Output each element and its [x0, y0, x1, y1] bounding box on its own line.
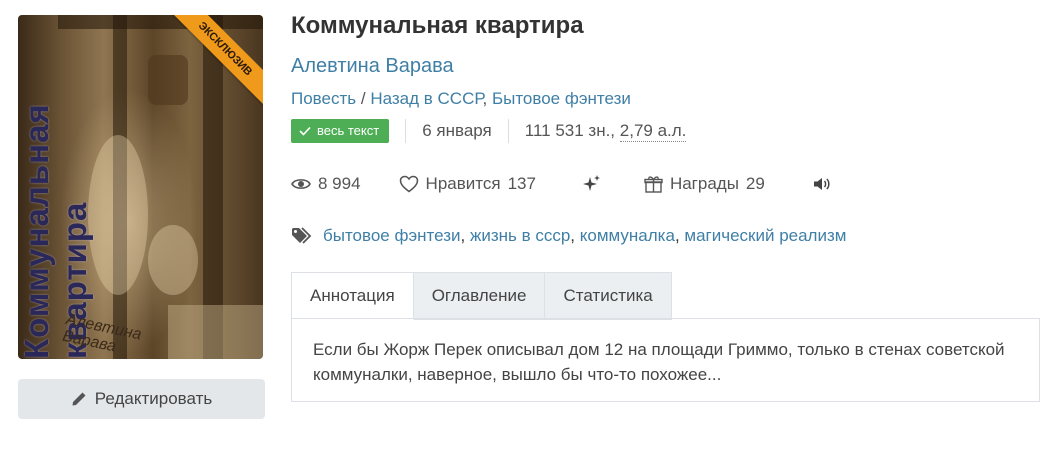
speaker-icon [813, 178, 830, 190]
tags-row: бытовое фэнтези, жизнь в ссср, коммуналк… [291, 222, 846, 250]
awards-button[interactable]: Награды 29 [644, 174, 765, 194]
views-count: 8 994 [318, 174, 361, 193]
likes-count: 137 [507, 174, 536, 193]
form-link[interactable]: Повесть [291, 89, 356, 108]
annotation-text: Если бы Жорж Перек описывал дом 12 на пл… [313, 340, 1005, 384]
size-sheets[interactable]: 2,79 а.л. [619, 121, 687, 142]
heart-icon [399, 175, 418, 193]
author-link[interactable]: Алевтина Варава [291, 55, 454, 78]
genre-link-fantasy[interactable]: Бытовое фэнтези [492, 89, 631, 108]
eye-icon [291, 179, 311, 189]
gift-icon [644, 175, 663, 193]
divider [405, 119, 407, 143]
tag-link[interactable]: магический реализм [684, 226, 846, 245]
views-stat: 8 994 [291, 174, 361, 194]
cover-title-text: Коммунальная квартира [18, 103, 93, 359]
genre-line: Повесть / Назад в СССР, Бытовое фэнтези [291, 89, 631, 109]
tab-statistics[interactable]: Статистика [545, 272, 672, 320]
check-icon [299, 126, 311, 136]
pencil-icon [72, 392, 86, 406]
book-title: Коммунальная квартира [291, 12, 584, 39]
awards-label: Награды [669, 174, 739, 193]
tab-annotation[interactable]: Аннотация [291, 272, 414, 320]
comma: , [460, 226, 470, 245]
tab-panel: Если бы Жорж Перек описывал дом 12 на пл… [291, 318, 1040, 402]
edit-button[interactable]: Редактировать [18, 379, 265, 419]
tag-link[interactable]: жизнь в ссср [470, 226, 570, 245]
comma: , [674, 226, 685, 245]
genre-separator: / [360, 89, 366, 108]
size-chars: 111 531 зн., [524, 121, 620, 140]
book-cover[interactable]: Коммунальная квартира Алевтина Варава ЭК… [18, 15, 263, 359]
genre-link-ussr[interactable]: Назад в СССР [370, 89, 482, 108]
audio-button[interactable] [813, 176, 831, 192]
tag-link[interactable]: коммуналка [580, 226, 675, 245]
exclusive-ribbon-wrap: ЭКСКЛЮЗИВ [163, 15, 263, 115]
likes-button[interactable]: Нравится 137 [399, 174, 536, 194]
tag-list: бытовое фэнтези, жизнь в ссср, коммуналк… [323, 226, 846, 246]
awards-count: 29 [745, 174, 765, 193]
publish-date: 6 января [422, 121, 492, 140]
sparkles-button[interactable] [582, 174, 602, 194]
edit-button-label: Редактировать [94, 389, 213, 408]
comma: , [570, 226, 580, 245]
full-text-badge: весь текст [291, 119, 390, 143]
divider [507, 119, 509, 143]
badge-label: весь текст [317, 123, 380, 138]
sparkles-icon [582, 175, 600, 191]
tab-bar: Аннотация Оглавление Статистика [291, 272, 672, 320]
stats-row: 8 994 Нравится 137 Награды 29 [291, 170, 831, 198]
tag-link[interactable]: бытовое фэнтези [323, 226, 461, 245]
tab-contents[interactable]: Оглавление [413, 272, 546, 320]
comma: , [482, 89, 488, 108]
meta-row: весь текст 6 января 111 531 зн., 2,79 а.… [291, 118, 687, 144]
exclusive-ribbon: ЭКСКЛЮЗИВ [167, 15, 263, 107]
likes-label: Нравится [425, 174, 501, 193]
tags-icon [292, 227, 312, 244]
